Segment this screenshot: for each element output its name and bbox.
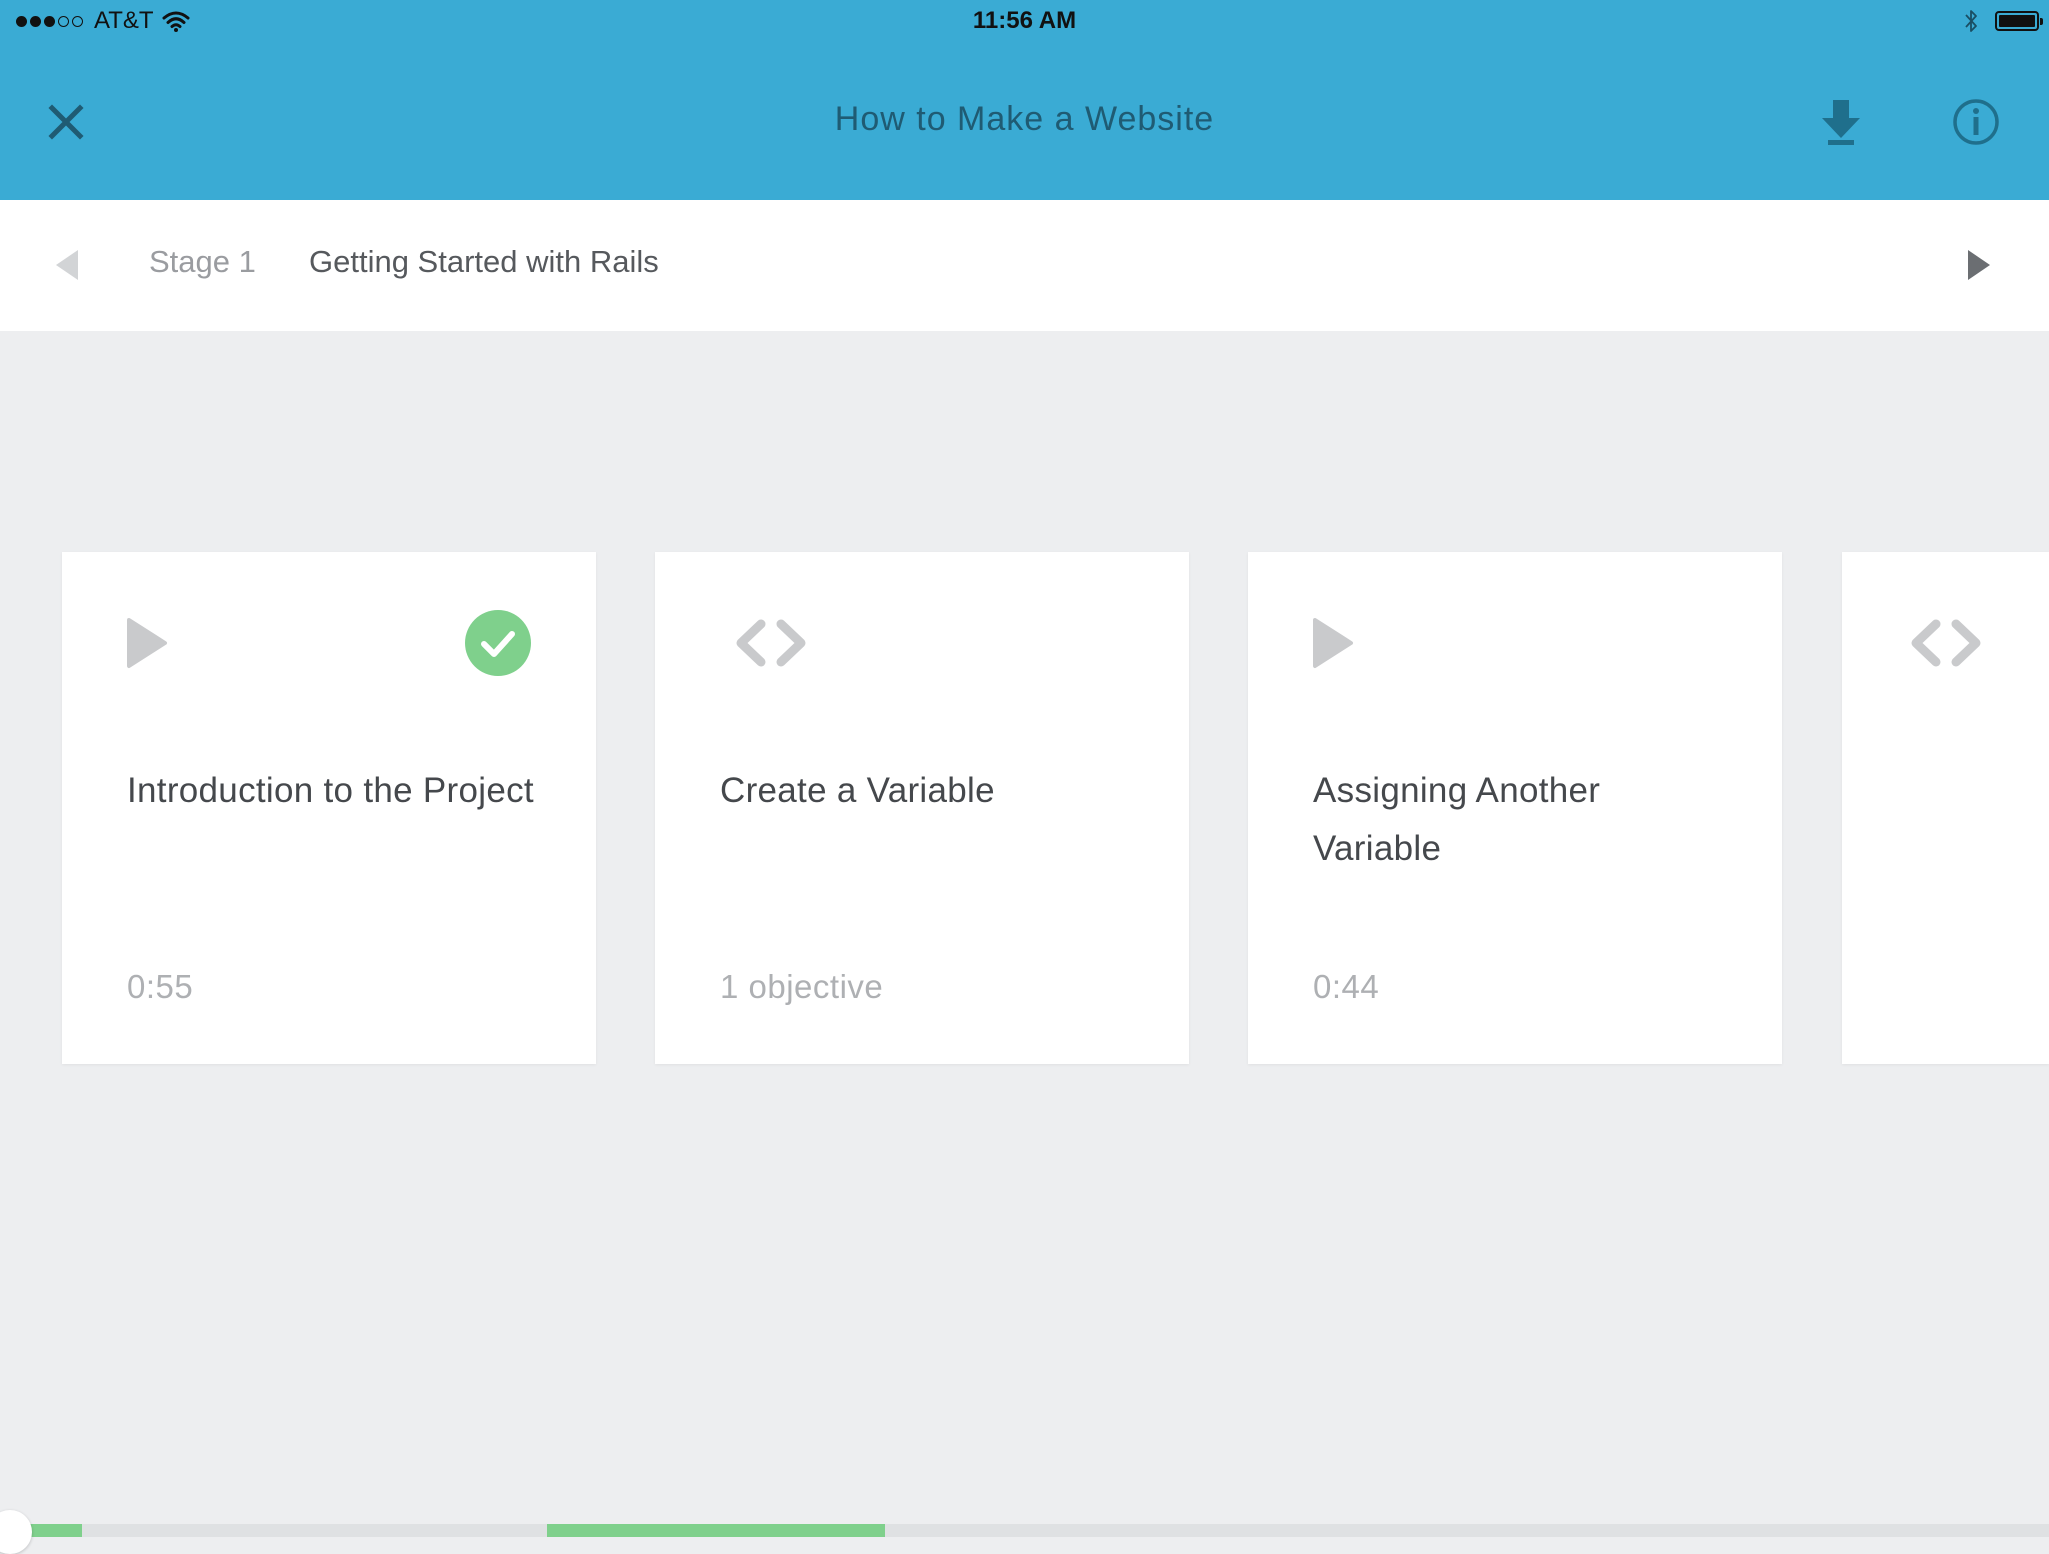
- stage-number: Stage 1: [149, 244, 256, 279]
- video-play-icon: [127, 618, 167, 668]
- status-bar: AT&T 11:56 AM: [0, 0, 2049, 42]
- step-card[interactable]: Create a Variable 1 objective: [655, 552, 1189, 1064]
- step-title: Introduction to the Project: [127, 771, 534, 810]
- battery-icon: [1995, 11, 2043, 31]
- nav-bar: How to Make a Website: [0, 42, 2049, 200]
- close-icon[interactable]: [44, 100, 88, 144]
- video-play-icon: [1313, 618, 1353, 668]
- stage-progress-bar[interactable]: [0, 1524, 2049, 1537]
- step-card[interactable]: [1842, 552, 2049, 1064]
- progress-segment-complete: [30, 1524, 82, 1537]
- step-duration: 0:55: [127, 968, 194, 1005]
- step-card[interactable]: Assigning Another Variable 0:44: [1248, 552, 1782, 1064]
- page-title: How to Make a Website: [834, 100, 1215, 138]
- step-duration: 0:44: [1313, 968, 1380, 1005]
- status-time: 11:56 AM: [972, 7, 1077, 34]
- step-card[interactable]: Introduction to the Project 0:55: [62, 552, 596, 1064]
- code-challenge-icon: [1911, 619, 1981, 667]
- status-right: [1963, 0, 2043, 42]
- stage-header: Stage 1 Getting Started with Rails: [0, 200, 2049, 331]
- bluetooth-icon: [1965, 10, 1977, 32]
- code-challenge-icon: [736, 619, 806, 667]
- previous-stage-icon[interactable]: [52, 248, 82, 282]
- progress-scrubber[interactable]: [0, 1510, 32, 1554]
- download-icon[interactable]: [1820, 98, 1862, 146]
- step-title: Assigning Another Variable: [1313, 771, 1601, 868]
- completed-check-icon: [465, 610, 531, 676]
- next-stage-icon[interactable]: [1964, 248, 1994, 282]
- info-icon[interactable]: [1952, 98, 2000, 146]
- progress-segment-visible: [547, 1524, 885, 1537]
- step-title: Create a Variable: [720, 771, 995, 810]
- stage-title: Getting Started with Rails: [309, 244, 659, 279]
- step-objectives: 1 objective: [720, 968, 884, 1005]
